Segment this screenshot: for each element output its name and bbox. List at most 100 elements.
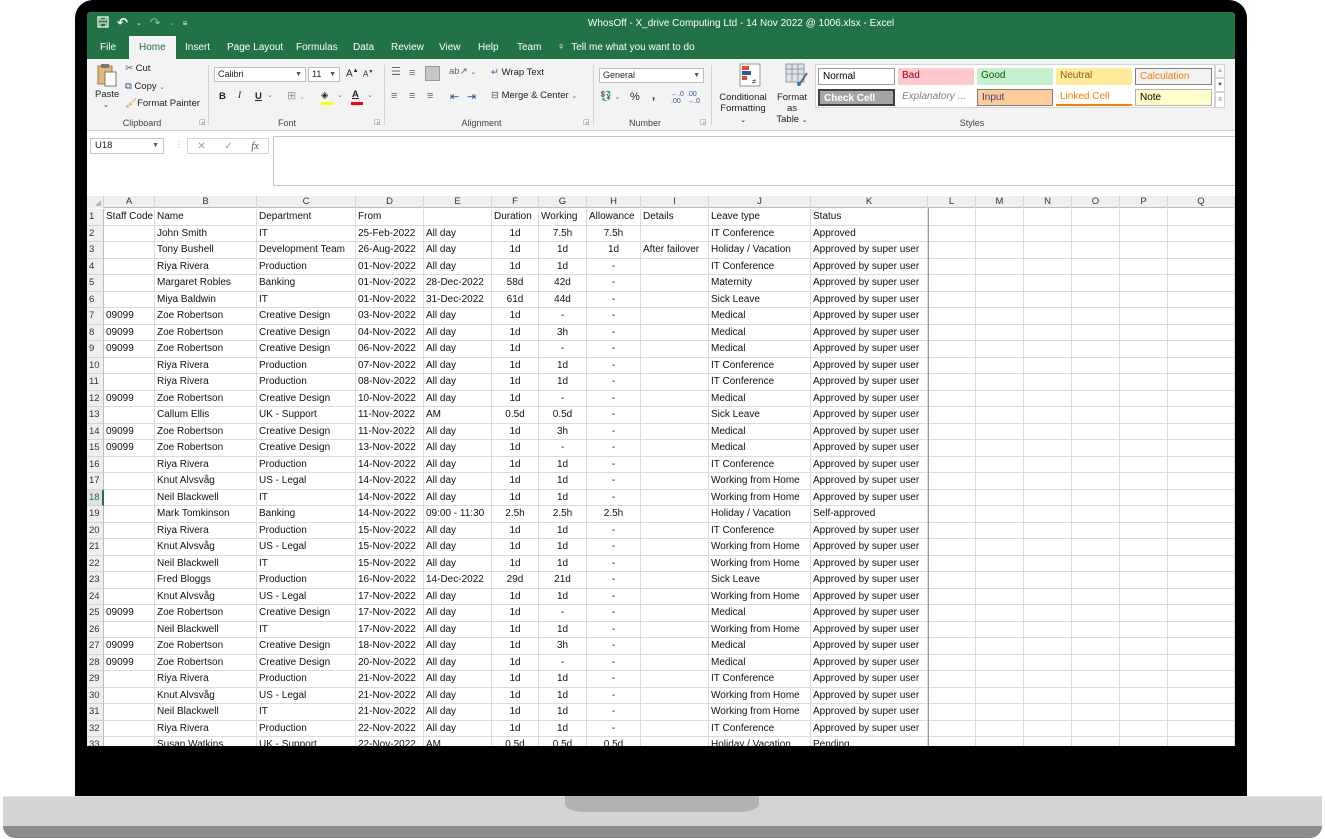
clipboard-launcher-icon[interactable]: ◲ xyxy=(199,118,206,126)
cell-h1[interactable]: Allowance xyxy=(587,209,641,226)
cell-m21[interactable] xyxy=(976,539,1024,556)
cell-e27[interactable]: All day xyxy=(424,638,492,655)
cell-e9[interactable]: All day xyxy=(424,341,492,358)
cell-l21[interactable] xyxy=(928,539,976,556)
cell-p4[interactable] xyxy=(1120,258,1168,275)
cell-c23[interactable]: Production xyxy=(257,572,356,589)
cell-p20[interactable] xyxy=(1120,522,1168,539)
cell-p8[interactable] xyxy=(1120,324,1168,341)
cell-c20[interactable]: Production xyxy=(257,522,356,539)
cell-p10[interactable] xyxy=(1120,357,1168,374)
cell-g30[interactable]: 1d xyxy=(539,687,587,704)
cell-m3[interactable] xyxy=(976,242,1024,259)
cell-j12[interactable]: Medical xyxy=(709,390,811,407)
column-header-c[interactable]: C xyxy=(257,196,356,208)
cancel-icon[interactable]: ✕ xyxy=(197,141,205,152)
cut-button[interactable]: ✂ Cut xyxy=(125,63,150,74)
cell-f28[interactable]: 1d xyxy=(492,654,539,671)
cell-f7[interactable]: 1d xyxy=(492,308,539,325)
row-header[interactable]: 21 xyxy=(87,539,104,556)
increase-decimal-button[interactable]: ←.0.00 xyxy=(671,91,684,105)
cell-j17[interactable]: Working from Home xyxy=(709,473,811,490)
cell-e12[interactable]: All day xyxy=(424,390,492,407)
cell-b21[interactable]: Knut Alvsvåg xyxy=(155,539,257,556)
cell-e29[interactable]: All day xyxy=(424,671,492,688)
cell-p26[interactable] xyxy=(1120,621,1168,638)
cell-c33[interactable]: UK - Support xyxy=(257,737,356,746)
cell-j20[interactable]: IT Conference xyxy=(709,522,811,539)
style-check-cell[interactable]: Check Cell xyxy=(818,89,895,106)
row-header[interactable]: 6 xyxy=(87,291,104,308)
cell-o7[interactable] xyxy=(1072,308,1120,325)
column-header-j[interactable]: J xyxy=(709,196,811,208)
cell-m26[interactable] xyxy=(976,621,1024,638)
cell-a6[interactable] xyxy=(104,291,155,308)
cell-b15[interactable]: Zoe Robertson xyxy=(155,440,257,457)
cell-d29[interactable]: 21-Nov-2022 xyxy=(356,671,424,688)
cell-c14[interactable]: Creative Design xyxy=(257,423,356,440)
row-header[interactable]: 10 xyxy=(87,357,104,374)
cell-d25[interactable]: 17-Nov-2022 xyxy=(356,605,424,622)
cell-f20[interactable]: 1d xyxy=(492,522,539,539)
cell-n21[interactable] xyxy=(1024,539,1072,556)
cell-b24[interactable]: Knut Alvsvåg xyxy=(155,588,257,605)
cell-g17[interactable]: 1d xyxy=(539,473,587,490)
cell-o28[interactable] xyxy=(1072,654,1120,671)
cell-i32[interactable] xyxy=(641,720,709,737)
cell-i22[interactable] xyxy=(641,555,709,572)
cell-e15[interactable]: All day xyxy=(424,440,492,457)
cell-n5[interactable] xyxy=(1024,275,1072,292)
cell-g2[interactable]: 7.5h xyxy=(539,225,587,242)
cell-i25[interactable] xyxy=(641,605,709,622)
cell-e32[interactable]: All day xyxy=(424,720,492,737)
cell-k1[interactable]: Status xyxy=(811,209,928,226)
cell-p31[interactable] xyxy=(1120,704,1168,721)
cell-g13[interactable]: 0.5d xyxy=(539,407,587,424)
decrease-indent-button[interactable]: ⇤ xyxy=(450,90,459,103)
cell-l4[interactable] xyxy=(928,258,976,275)
cell-j1[interactable]: Leave type xyxy=(709,209,811,226)
column-header-q[interactable]: Q xyxy=(1168,196,1235,208)
cell-o27[interactable] xyxy=(1072,638,1120,655)
underline-dropdown-icon[interactable]: ⌄ xyxy=(267,91,273,99)
cell-b30[interactable]: Knut Alvsvåg xyxy=(155,687,257,704)
cell-m19[interactable] xyxy=(976,506,1024,523)
cell-o32[interactable] xyxy=(1072,720,1120,737)
cell-l28[interactable] xyxy=(928,654,976,671)
cell-o5[interactable] xyxy=(1072,275,1120,292)
row-header[interactable]: 14 xyxy=(87,423,104,440)
cell-g32[interactable]: 1d xyxy=(539,720,587,737)
row-header[interactable]: 20 xyxy=(87,522,104,539)
cell-a32[interactable] xyxy=(104,720,155,737)
cell-g11[interactable]: 1d xyxy=(539,374,587,391)
cell-h19[interactable]: 2.5h xyxy=(587,506,641,523)
column-header-d[interactable]: D xyxy=(356,196,424,208)
cell-b8[interactable]: Zoe Robertson xyxy=(155,324,257,341)
align-center-button[interactable]: ≡ xyxy=(409,90,415,102)
gallery-scroll-up-button[interactable]: ▲ xyxy=(1215,64,1225,78)
cell-h6[interactable]: - xyxy=(587,291,641,308)
cell-m33[interactable] xyxy=(976,737,1024,746)
tab-review[interactable]: Review xyxy=(391,36,424,59)
cell-d8[interactable]: 04-Nov-2022 xyxy=(356,324,424,341)
cell-c29[interactable]: Production xyxy=(257,671,356,688)
cell-c4[interactable]: Production xyxy=(257,258,356,275)
row-header[interactable]: 31 xyxy=(87,704,104,721)
gallery-scroll-down-button[interactable]: ▼ xyxy=(1215,78,1225,92)
cell-o11[interactable] xyxy=(1072,374,1120,391)
cell-k14[interactable]: Approved by super user xyxy=(811,423,928,440)
cell-g21[interactable]: 1d xyxy=(539,539,587,556)
cell-n23[interactable] xyxy=(1024,572,1072,589)
cell-b29[interactable]: Riya Rivera xyxy=(155,671,257,688)
cell-j3[interactable]: Holiday / Vacation xyxy=(709,242,811,259)
conditional-formatting-button[interactable]: ≠ Conditional Formatting ⌄ xyxy=(717,63,769,124)
tab-help[interactable]: Help xyxy=(478,36,499,59)
cell-l16[interactable] xyxy=(928,456,976,473)
cell-c17[interactable]: US - Legal xyxy=(257,473,356,490)
row-header[interactable]: 26 xyxy=(87,621,104,638)
cell-b2[interactable]: John Smith xyxy=(155,225,257,242)
tab-file[interactable]: File xyxy=(100,36,116,59)
cell-m7[interactable] xyxy=(976,308,1024,325)
cell-m32[interactable] xyxy=(976,720,1024,737)
cell-f2[interactable]: 1d xyxy=(492,225,539,242)
